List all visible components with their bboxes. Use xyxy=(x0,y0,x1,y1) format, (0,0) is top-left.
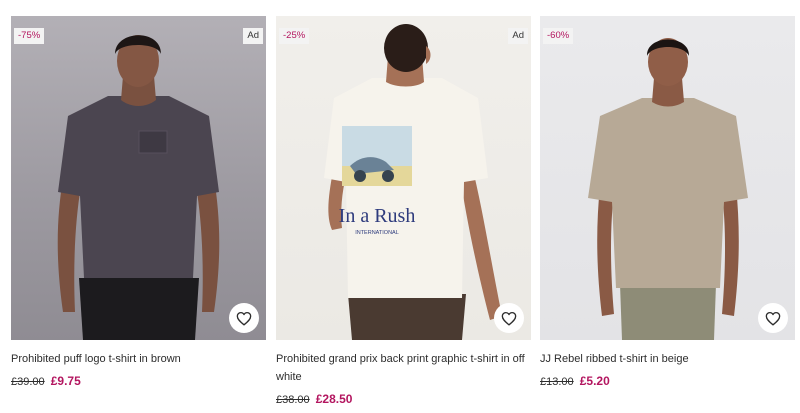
product-title[interactable]: Prohibited grand prix back print graphic… xyxy=(276,350,531,386)
product-image[interactable]: -75% Ad xyxy=(11,16,266,340)
product-image[interactable]: In a Rush INTERNATIONAL -25% Ad xyxy=(276,16,531,340)
heart-icon xyxy=(501,311,517,326)
product-price: £13.00 £5.20 xyxy=(540,373,795,390)
sale-price: £5.20 xyxy=(579,374,610,388)
print-title: In a Rush xyxy=(339,205,416,227)
wishlist-button[interactable] xyxy=(229,303,259,333)
product-title[interactable]: JJ Rebel ribbed t-shirt in beige xyxy=(540,350,795,368)
discount-badge: -60% xyxy=(543,28,574,44)
sale-price: £9.75 xyxy=(50,374,81,388)
back-print-text: In a Rush INTERNATIONAL xyxy=(339,205,416,236)
product-grid: -75% Ad Prohibited puff logo t-shirt in … xyxy=(0,0,800,413)
print-subtitle: INTERNATIONAL xyxy=(355,230,399,236)
product-image[interactable]: -60% xyxy=(540,16,795,340)
original-price: £13.00 xyxy=(540,376,574,388)
heart-icon xyxy=(236,311,252,326)
wishlist-button[interactable] xyxy=(758,303,788,333)
original-price: £38.00 xyxy=(276,394,310,406)
product-price: £39.00 £9.75 xyxy=(11,373,266,390)
discount-badge: -25% xyxy=(279,28,310,44)
ad-badge: Ad xyxy=(243,28,263,44)
product-card[interactable]: -60% JJ Rebel ribbed t-shirt in beige £1… xyxy=(540,16,795,390)
product-photo xyxy=(57,35,220,340)
product-card[interactable]: -75% Ad Prohibited puff logo t-shirt in … xyxy=(11,16,266,390)
discount-badge: -75% xyxy=(14,28,45,44)
product-title[interactable]: Prohibited puff logo t-shirt in brown xyxy=(11,350,266,368)
product-photo xyxy=(588,38,748,340)
product-card[interactable]: In a Rush INTERNATIONAL -25% Ad Prohibit… xyxy=(276,16,531,408)
heart-icon xyxy=(765,311,781,326)
ad-badge: Ad xyxy=(508,28,528,44)
wishlist-button[interactable] xyxy=(494,303,524,333)
product-price: £38.00 £28.50 xyxy=(276,391,531,408)
sale-price: £28.50 xyxy=(315,392,353,406)
original-price: £39.00 xyxy=(11,376,45,388)
